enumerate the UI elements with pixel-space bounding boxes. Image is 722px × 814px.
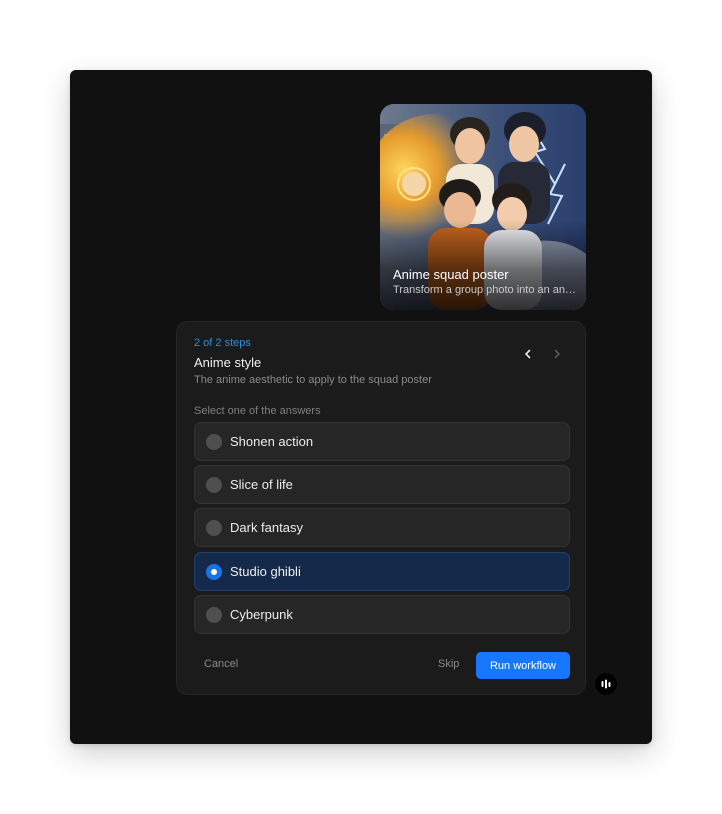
option-dark-fantasy[interactable]: Dark fantasy bbox=[194, 508, 570, 547]
audio-bars-icon bbox=[601, 679, 611, 689]
skip-button[interactable]: Skip bbox=[438, 658, 459, 670]
option-label: Slice of life bbox=[230, 477, 293, 492]
cancel-button[interactable]: Cancel bbox=[204, 658, 238, 670]
radio-button-checked[interactable] bbox=[206, 563, 222, 580]
question-panel: 2 of 2 steps Anime style The anime aesth… bbox=[176, 321, 586, 695]
card-title: Anime squad poster bbox=[393, 267, 509, 282]
option-label: Studio ghibli bbox=[230, 564, 301, 579]
next-step-button[interactable] bbox=[547, 344, 567, 364]
radio-button[interactable] bbox=[206, 476, 222, 493]
question-title: Anime style bbox=[194, 355, 262, 370]
option-label: Shonen action bbox=[230, 434, 314, 449]
assistant-badge[interactable] bbox=[595, 673, 617, 695]
radio-button[interactable] bbox=[206, 606, 222, 623]
chevron-left-icon bbox=[525, 349, 531, 359]
option-label: Dark fantasy bbox=[230, 520, 303, 535]
card-subtitle: Transform a group photo into an anime sq… bbox=[393, 284, 577, 296]
select-hint: Select one of the answers bbox=[194, 405, 321, 417]
step-counter: 2 of 2 steps bbox=[194, 337, 251, 349]
previous-step-button[interactable] bbox=[518, 344, 538, 364]
radio-button[interactable] bbox=[206, 433, 222, 450]
option-label: Cyberpunk bbox=[230, 607, 293, 622]
workflow-preview-card[interactable]: Anime squad poster Transform a group pho… bbox=[380, 104, 586, 310]
option-cyberpunk[interactable]: Cyberpunk bbox=[194, 595, 570, 634]
run-workflow-button[interactable]: Run workflow bbox=[476, 652, 570, 679]
question-description: The anime aesthetic to apply to the squa… bbox=[194, 374, 432, 386]
chevron-right-icon bbox=[554, 349, 560, 359]
card-gradient-overlay bbox=[380, 220, 586, 310]
radio-button[interactable] bbox=[206, 519, 222, 536]
option-slice-of-life[interactable]: Slice of life bbox=[194, 465, 570, 504]
option-shonen-action[interactable]: Shonen action bbox=[194, 422, 570, 461]
option-studio-ghibli[interactable]: Studio ghibli bbox=[194, 552, 570, 591]
